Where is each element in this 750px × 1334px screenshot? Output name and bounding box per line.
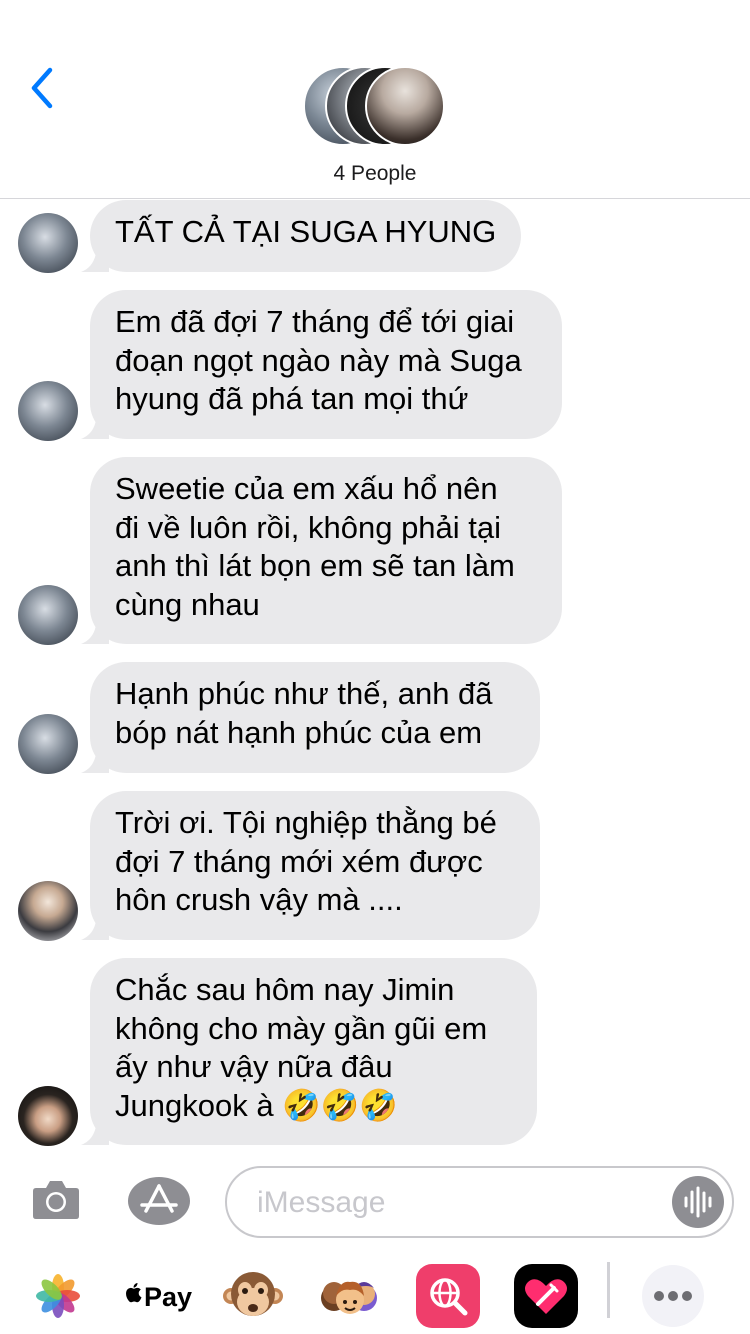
app-store-icon[interactable] [126, 1176, 192, 1226]
group-label[interactable]: 4 People [0, 162, 750, 186]
group-avatars[interactable] [303, 66, 448, 150]
apple-pay-label: Pay [144, 1282, 193, 1312]
sender-avatar[interactable] [18, 585, 78, 645]
message-bubble[interactable]: Hạnh phúc như thế, anh đã bóp nát hạnh p… [81, 662, 540, 773]
sender-avatar[interactable] [18, 714, 78, 774]
message-text: Em đã đợi 7 tháng để tới giai đoạn ngọt … [115, 304, 522, 416]
monkey-animoji-icon[interactable] [221, 1264, 285, 1328]
message-bubble[interactable]: Trời ơi. Tội nghiệp thằng bé đợi 7 tháng… [81, 791, 540, 940]
audio-message-button[interactable] [672, 1176, 724, 1228]
message-text: Hạnh phúc như thế, anh đã bóp nát hạnh p… [115, 676, 493, 750]
message-bubble[interactable]: Em đã đợi 7 tháng để tới giai đoạn ngọt … [81, 290, 562, 439]
bubble-tail [81, 910, 109, 940]
bubble-tail [81, 409, 109, 439]
drawer-divider [607, 1262, 610, 1318]
app-drawer: Pay [0, 1258, 750, 1334]
digital-touch-icon[interactable] [514, 1264, 578, 1328]
message-input-placeholder: iMessage [257, 1186, 386, 1219]
waveform-icon [684, 1186, 712, 1218]
sender-avatar[interactable] [18, 213, 78, 273]
sender-avatar[interactable] [18, 381, 78, 441]
message-text: Chắc sau hôm nay Jimin không cho mày gần… [115, 972, 488, 1123]
conversation-header: 4 People [0, 0, 750, 199]
sender-avatar[interactable] [18, 1086, 78, 1146]
apple-logo-icon [126, 1283, 142, 1303]
back-chevron-icon[interactable] [26, 66, 70, 110]
camera-icon[interactable] [32, 1178, 80, 1220]
message-input[interactable]: iMessage [225, 1166, 734, 1238]
sender-avatar[interactable] [18, 881, 78, 941]
message-bubble[interactable]: TẤT CẢ TẠI SUGA HYUNG [81, 200, 521, 272]
photos-icon[interactable] [26, 1264, 90, 1328]
memoji-icon[interactable] [318, 1264, 382, 1328]
message-bubble[interactable]: Sweetie của em xấu hổ nên đi về luôn rồi… [81, 457, 562, 644]
avatar [365, 66, 445, 146]
bubble-tail [81, 614, 109, 644]
apple-pay-icon[interactable]: Pay [122, 1264, 192, 1328]
bubble-tail [81, 242, 109, 272]
bubble-tail [81, 743, 109, 773]
message-bubble[interactable]: Chắc sau hôm nay Jimin không cho mày gần… [81, 958, 537, 1145]
web-search-icon[interactable] [416, 1264, 480, 1328]
message-text: TẤT CẢ TẠI SUGA HYUNG [115, 214, 497, 249]
message-text: Trời ơi. Tội nghiệp thằng bé đợi 7 tháng… [115, 805, 497, 917]
bubble-tail [81, 1115, 109, 1145]
message-text: Sweetie của em xấu hổ nên đi về luôn rồi… [115, 471, 515, 622]
more-icon[interactable] [641, 1264, 705, 1328]
